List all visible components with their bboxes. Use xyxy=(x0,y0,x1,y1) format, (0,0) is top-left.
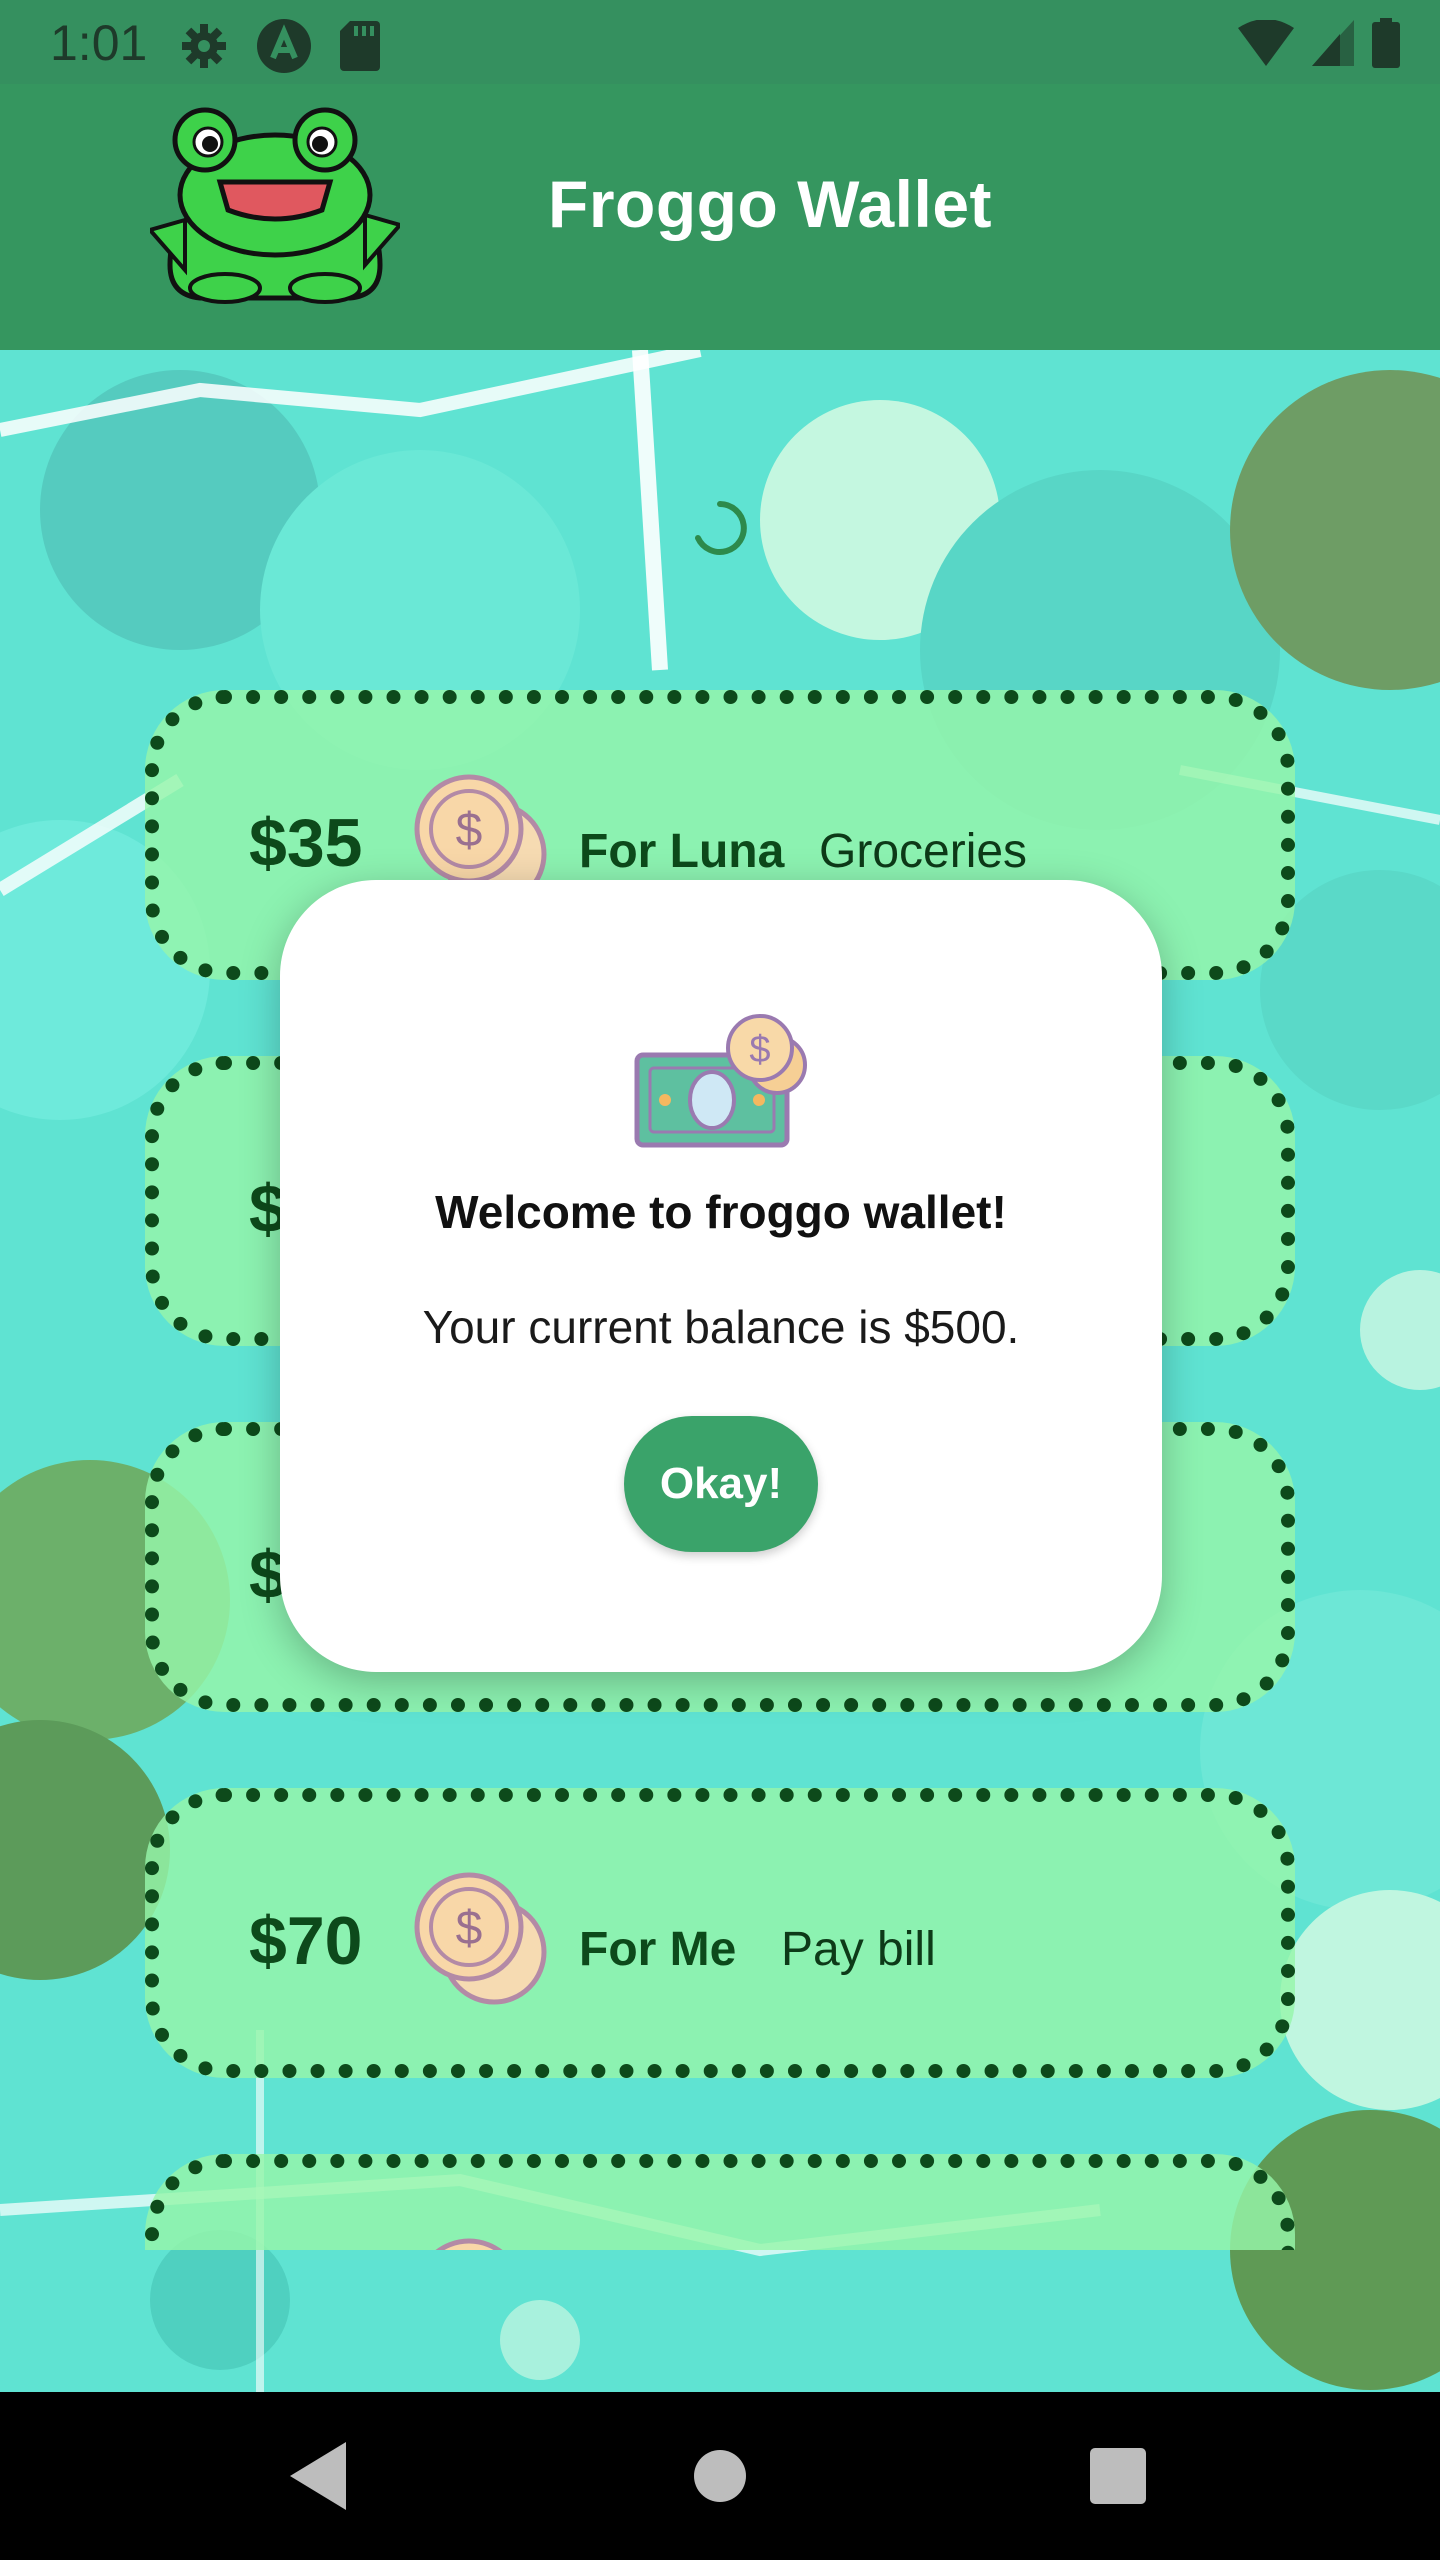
transaction-description: Pay bill xyxy=(781,1923,936,1976)
okay-button[interactable]: Okay! xyxy=(624,1416,818,1552)
coins-icon: $ xyxy=(414,1872,547,2005)
svg-text:$: $ xyxy=(456,804,483,857)
recents-icon[interactable] xyxy=(1078,2436,1158,2516)
status-time: 1:01 xyxy=(50,15,148,71)
transaction-recipient: For Luna xyxy=(579,825,785,878)
battery-icon xyxy=(1372,18,1400,68)
transaction-description: Groceries xyxy=(819,825,1028,878)
svg-text:$: $ xyxy=(749,1029,770,1071)
cell-signal-icon xyxy=(1312,20,1354,66)
home-icon[interactable] xyxy=(680,2436,760,2516)
svg-text:$: $ xyxy=(456,1902,483,1955)
back-icon[interactable] xyxy=(280,2436,360,2516)
navigation-bar xyxy=(0,2392,1440,2560)
wifi-icon xyxy=(1238,20,1294,66)
dialog-title: Welcome to froggo wallet! xyxy=(435,1186,1007,1238)
content-area[interactable]: $35 $ For Luna Groceries $ $ $70 $ For M… xyxy=(0,350,1440,2392)
transaction-card[interactable]: $70 $ For Me Pay bill xyxy=(145,1788,1295,2078)
transaction-recipient: For Me xyxy=(579,1923,737,1976)
settings-icon xyxy=(182,24,226,68)
status-icons-left xyxy=(180,18,380,74)
transaction-amount: $35 xyxy=(249,805,363,881)
status-icons-right xyxy=(1238,18,1400,68)
accessibility-icon xyxy=(257,19,311,73)
coins-icon xyxy=(435,2238,503,2250)
transaction-card[interactable] xyxy=(145,2154,1295,2250)
frog-logo xyxy=(150,107,400,304)
list-bottom-area xyxy=(0,2250,1440,2392)
sd-card-icon xyxy=(340,21,380,71)
money-icon: $ xyxy=(634,1014,807,1148)
app-bar: Froggo Wallet xyxy=(0,84,1440,350)
status-bar: 1:01 xyxy=(0,0,1440,84)
app-title: Froggo Wallet xyxy=(548,167,993,241)
transaction-amount: $70 xyxy=(249,1903,363,1979)
dialog-message: Your current balance is $500. xyxy=(422,1301,1020,1353)
welcome-dialog: $ Welcome to froggo wallet! Your current… xyxy=(280,880,1162,1672)
